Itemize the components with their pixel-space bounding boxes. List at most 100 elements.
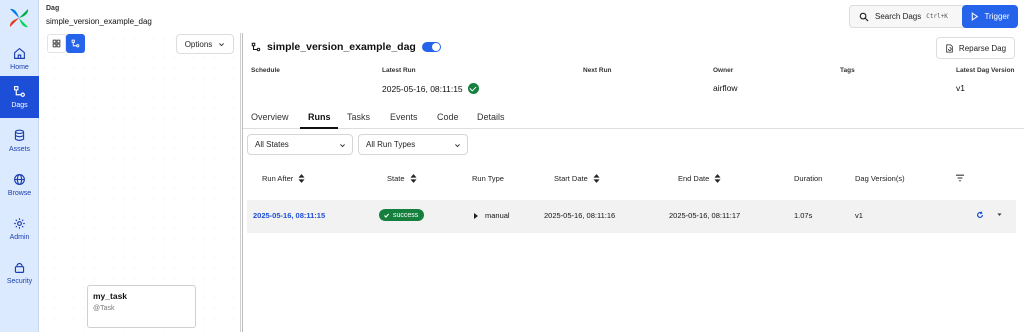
- search-shortcut: Ctrl+K: [926, 13, 948, 20]
- column-label-end-date: End Date: [678, 174, 710, 183]
- chevron-down-icon: [340, 144, 345, 148]
- breadcrumb-label: Dag: [46, 5, 60, 12]
- column-label-start-date: Start Date: [554, 174, 588, 183]
- state-filter-select[interactable]: All States: [247, 134, 353, 155]
- options-dropdown[interactable]: Options: [176, 34, 234, 54]
- table-row: [247, 200, 1016, 233]
- chevron-down-icon: [455, 144, 460, 148]
- home-icon: [14, 47, 25, 59]
- row-actions-menu[interactable]: [996, 211, 1003, 218]
- run-type-value: manual: [485, 211, 510, 220]
- dag-title: simple_version_example_dag: [267, 41, 416, 53]
- grid-icon: [52, 39, 61, 48]
- graph-panel: Options my_task @Task: [39, 33, 241, 332]
- dag-version-cell: v1: [855, 211, 863, 220]
- grid-view-button[interactable]: [47, 34, 66, 53]
- column-header-duration: Duration: [794, 174, 822, 183]
- assets-icon: [14, 129, 25, 141]
- nav-label-admin: Admin: [9, 234, 30, 241]
- panel-resize-handle[interactable]: [242, 33, 243, 332]
- tab-tasks[interactable]: Tasks: [347, 112, 370, 122]
- column-filter-button[interactable]: [955, 174, 965, 182]
- dag-pause-toggle[interactable]: [421, 42, 441, 52]
- meta-next-run-label: Next Run: [583, 67, 612, 74]
- column-header-state[interactable]: State: [387, 174, 417, 183]
- run-type-filter-select[interactable]: All Run Types: [358, 134, 468, 155]
- task-type: @Task: [93, 305, 115, 312]
- meta-owner-label: Owner: [713, 67, 734, 74]
- column-label-state: State: [387, 174, 405, 183]
- options-label: Options: [184, 39, 213, 49]
- start-date-cell: 2025-05-16, 08:11:16: [544, 211, 616, 220]
- refresh-icon: [977, 211, 983, 218]
- tab-code[interactable]: Code: [437, 112, 459, 122]
- column-header-run-type: Run Type: [472, 174, 504, 183]
- filter-icon: [956, 174, 964, 182]
- column-header-start-date[interactable]: Start Date: [554, 174, 600, 183]
- column-header-end-date[interactable]: End Date: [678, 174, 721, 183]
- task-node[interactable]: my_task @Task: [87, 285, 196, 328]
- globe-icon: [14, 174, 25, 185]
- meta-version-value: v1: [956, 83, 965, 93]
- run-type-cell: manual: [474, 211, 510, 220]
- sort-icon: [409, 174, 417, 183]
- nav-item-browse[interactable]: Browse: [0, 164, 39, 206]
- search-icon: [859, 12, 869, 21]
- column-label-dag-version: Dag Version(s): [855, 174, 905, 183]
- graph-icon: [71, 39, 80, 48]
- meta-latest-run-label: Latest Run: [382, 67, 416, 74]
- nav-item-assets[interactable]: Assets: [0, 120, 39, 162]
- top-header: Dag simple_version_example_dag Search Da…: [39, 0, 1024, 33]
- tab-runs[interactable]: Runs: [308, 112, 331, 122]
- play-icon: [474, 212, 478, 219]
- trigger-label: Trigger: [984, 12, 1010, 21]
- nav-label-assets: Assets: [8, 146, 30, 153]
- nav-item-security[interactable]: Security: [0, 252, 39, 294]
- nav-item-admin[interactable]: Admin: [0, 208, 39, 250]
- file-refresh-icon: [946, 43, 953, 53]
- status-badge: success: [379, 209, 425, 221]
- chevron-down-icon: [219, 42, 225, 46]
- state-cell: success: [379, 209, 425, 221]
- meta-tags-label: Tags: [840, 67, 855, 74]
- side-nav: Home Dags Assets Browse Admin Security: [0, 0, 39, 332]
- active-tab-indicator: [300, 127, 338, 129]
- trigger-button[interactable]: Trigger: [962, 5, 1018, 28]
- graph-view-button[interactable]: [66, 34, 85, 53]
- airflow-logo-icon[interactable]: [7, 6, 31, 30]
- tab-bar: Overview Runs Tasks Events Code Details: [243, 106, 1024, 129]
- run-after-link[interactable]: 2025-05-16, 08:11:15: [253, 211, 325, 220]
- nav-item-home[interactable]: Home: [0, 38, 39, 80]
- check-icon: [384, 213, 390, 218]
- chevron-down-icon: [997, 213, 1002, 216]
- reparse-dag-button[interactable]: Reparse Dag: [936, 37, 1015, 59]
- meta-version-label: Latest Dag Version: [956, 67, 1015, 74]
- search-label: Search Dags: [875, 12, 922, 21]
- nav-label-home: Home: [10, 64, 29, 71]
- lock-icon: [14, 262, 25, 273]
- tab-details[interactable]: Details: [477, 112, 505, 122]
- column-label-duration: Duration: [794, 174, 823, 183]
- sort-icon: [593, 174, 600, 183]
- meta-owner-value: airflow: [713, 83, 738, 93]
- column-header-run-after[interactable]: Run After: [262, 174, 305, 183]
- sort-icon: [298, 174, 305, 183]
- breadcrumb-dag-name[interactable]: simple_version_example_dag: [46, 17, 152, 26]
- run-type-filter-value: All Run Types: [366, 140, 416, 149]
- dags-icon: [14, 86, 25, 97]
- state-filter-value: All States: [255, 140, 289, 149]
- meta-latest-run-value: 2025-05-16, 08:11:15: [382, 83, 463, 94]
- nav-label-browse: Browse: [7, 190, 32, 197]
- meta-schedule-label: Schedule: [251, 67, 280, 74]
- clear-run-button[interactable]: [976, 211, 984, 219]
- meta-latest-run[interactable]: 2025-05-16, 08:11:15: [382, 83, 479, 94]
- duration-cell: 1.07s: [794, 211, 813, 220]
- end-date-cell: 2025-05-16, 08:11:17: [669, 211, 741, 220]
- tab-overview[interactable]: Overview: [251, 112, 289, 122]
- dag-icon: [251, 42, 261, 52]
- gear-icon: [14, 218, 25, 229]
- tab-events[interactable]: Events: [390, 112, 418, 122]
- dag-title-row: simple_version_example_dag: [251, 41, 441, 53]
- nav-label-dags: Dags: [11, 102, 28, 109]
- nav-item-dags[interactable]: Dags: [0, 76, 39, 118]
